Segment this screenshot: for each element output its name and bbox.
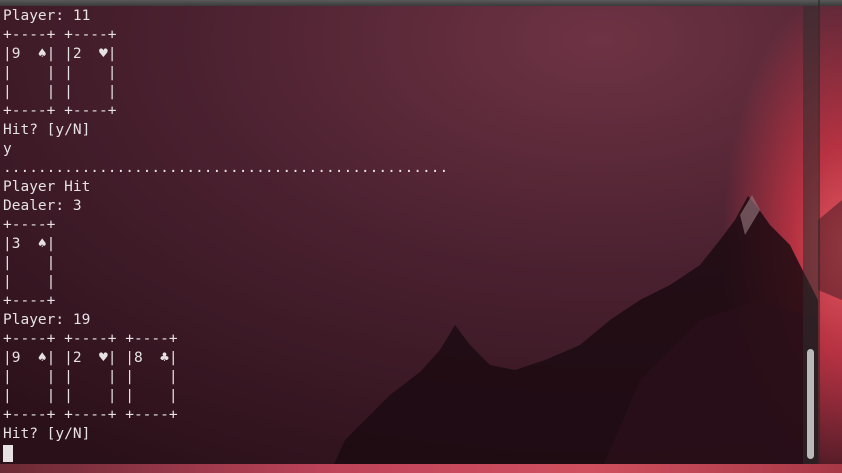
terminal-window[interactable]: Player: 11 +----+ +----+ |9 ♠| |2 ♥| | | | … bbox=[0, 6, 818, 464]
terminal-line: |3 ♠| bbox=[3, 236, 56, 252]
terminal-line: +----+ +----+ +----+ bbox=[3, 407, 178, 423]
terminal-line: +----+ +----+ bbox=[3, 103, 117, 119]
terminal-line: +----+ bbox=[3, 293, 56, 309]
terminal-line: Player Hit bbox=[3, 179, 91, 195]
terminal-line: y bbox=[3, 141, 12, 157]
terminal-line: |9 ♠| |2 ♥| bbox=[3, 46, 117, 62]
terminal-line: | | bbox=[3, 255, 56, 271]
terminal-scrollbar[interactable] bbox=[803, 6, 818, 464]
terminal-line: ........................................… bbox=[3, 160, 449, 176]
terminal-line: Player: 19 bbox=[3, 312, 91, 328]
desktop-bottom-edge bbox=[0, 464, 842, 473]
terminal-line: | | | | bbox=[3, 84, 117, 100]
terminal-input-line[interactable] bbox=[3, 444, 803, 463]
terminal-line: | | bbox=[3, 274, 56, 290]
terminal-line: +----+ bbox=[3, 217, 56, 233]
terminal-line: +----+ +----+ bbox=[3, 27, 117, 43]
desktop-background: Player: 11 +----+ +----+ |9 ♠| |2 ♥| | | | … bbox=[0, 0, 842, 473]
terminal-line: Player: 11 bbox=[3, 8, 91, 24]
scrollbar-thumb[interactable] bbox=[807, 349, 814, 459]
terminal-line: | | | | | | bbox=[3, 369, 178, 385]
terminal-line: Dealer: 3 bbox=[3, 198, 82, 214]
terminal-line: | | | | | | bbox=[3, 388, 178, 404]
text-cursor bbox=[3, 445, 13, 462]
terminal-right-border bbox=[818, 0, 820, 465]
terminal-line: | | | | bbox=[3, 65, 117, 81]
terminal-output: Player: 11 +----+ +----+ |9 ♠| |2 ♥| | | | … bbox=[3, 7, 803, 463]
terminal-line: Hit? [y/N] bbox=[3, 426, 91, 442]
terminal-line: Hit? [y/N] bbox=[3, 122, 91, 138]
terminal-line: +----+ +----+ +----+ bbox=[3, 331, 178, 347]
terminal-line: |9 ♠| |2 ♥| |8 ♣| bbox=[3, 350, 178, 366]
